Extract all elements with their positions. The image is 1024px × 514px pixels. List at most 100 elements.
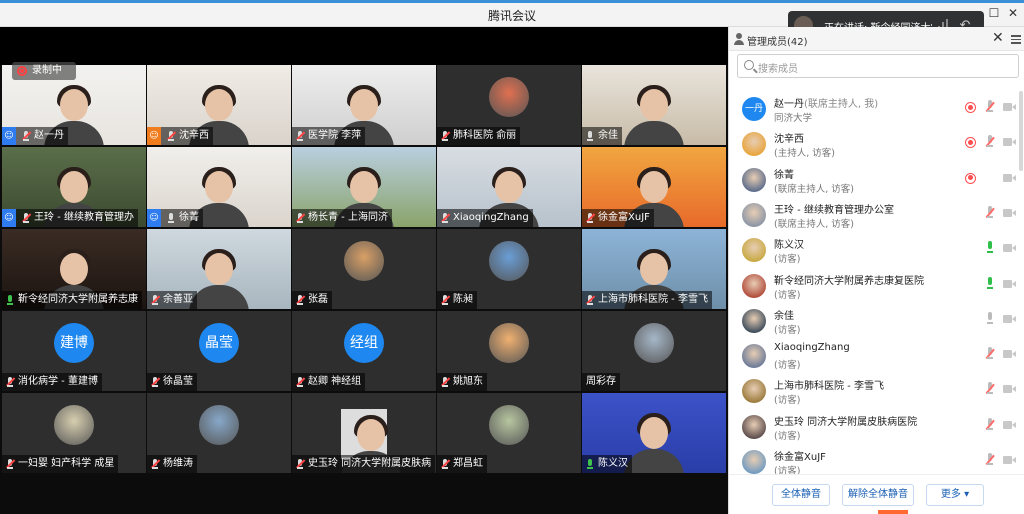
participant-video [624,79,684,145]
participant-name-label: 肺科医院 俞丽 [437,127,521,145]
participant-name: 王玲 - 继续教育管理办 [34,212,134,223]
camera-icon[interactable] [1003,243,1017,253]
participant-name: 赵卿 神经组 [308,376,362,387]
video-tile[interactable]: 张磊 [292,229,436,309]
participant-name-label: 徐晶莹 [147,373,197,391]
camera-icon[interactable] [1003,420,1017,430]
participant-name: 肺科医院 俞丽 [453,130,517,141]
mic-muted-icon[interactable] [985,347,995,361]
participant-name-label: 消化病学 - 董建博 [2,373,102,391]
member-role: (联席主持人, 访客) [774,183,854,195]
close-window-button[interactable]: ✕ [1005,5,1021,21]
mic-muted-icon [150,291,160,309]
member-name: 陈义汉 [774,240,804,252]
camera-icon[interactable] [1003,137,1017,147]
video-tile[interactable]: 徐金富XuJF [582,147,726,227]
recording-icon [965,102,976,113]
camera-icon[interactable] [1003,314,1017,324]
member-name: 沈辛西 [774,134,804,146]
participant-name-label: 医学院 李萍 [292,127,366,145]
member-row[interactable]: 王玲 - 继续教育管理办公室 (联席主持人, 访客) [729,198,1019,233]
member-row[interactable]: 陈义汉 (访客) [729,233,1019,268]
member-row[interactable]: 沈辛西 (主持人, 访客) [729,127,1019,162]
participant-name: 一妇婴 妇产科学 成星 [18,458,115,469]
host-icon: ☺ [2,209,16,227]
mic-icon[interactable] [985,241,995,255]
participant-name: 陈昶 [453,294,473,305]
member-name: 靳令经同济大学附属养志康复医院 [774,275,924,287]
video-tile[interactable]: 郑昌虹 [437,393,581,473]
member-panel-title: 管理成员(42) [747,37,808,48]
mic-muted-icon[interactable] [985,135,995,149]
camera-icon[interactable] [1003,173,1017,183]
maximize-button[interactable]: ☐ [986,5,1002,21]
camera-icon[interactable] [1003,455,1017,465]
mute-all-button[interactable]: 全体静音 [772,484,830,506]
mic-muted-icon [295,373,305,391]
mic-muted-icon[interactable] [985,417,995,432]
video-tile[interactable]: ☺ 王玲 - 继续教育管理办 [2,147,146,227]
video-tile[interactable]: 一妇婴 妇产科学 成星 [2,393,146,473]
member-row[interactable]: 徐菁 (联席主持人, 访客) [729,163,1019,198]
camera-icon[interactable] [1003,384,1017,394]
member-row[interactable]: XiaoqingZhang (访客) [729,339,1019,374]
member-row[interactable]: 余佳 (访客) [729,304,1019,339]
video-tile[interactable]: ☺ 徐菁 [147,147,291,227]
mic-muted-icon[interactable] [985,100,995,114]
participant-name: 医学院 李萍 [308,130,362,141]
more-button[interactable]: 更多 ▾ [926,484,984,506]
video-tile[interactable]: ☺ 沈辛西 [147,65,291,145]
mic-muted-icon[interactable] [985,382,995,396]
video-tile[interactable]: 医学院 李萍 [292,65,436,145]
video-tile[interactable]: 靳令经同济大学附属养志康 [2,229,146,309]
video-tile[interactable]: 余佳 [582,65,726,145]
video-tile[interactable]: 陈义汉 [582,393,726,473]
member-avatar [742,202,766,227]
video-tile[interactable]: 余善亚 [147,229,291,309]
mic-muted-icon [21,209,31,227]
video-tile[interactable]: 姚旭东 [437,311,581,391]
mic-icon[interactable] [985,311,995,326]
recording-icon [965,172,976,184]
video-tile[interactable]: 建博 消化病学 - 董建博 [2,311,146,391]
host-icon: ☺ [147,127,161,145]
participant-name: 沈辛西 [179,130,209,141]
mic-icon[interactable] [985,276,995,291]
video-tile[interactable]: 周彩存 [582,311,726,391]
video-tile[interactable]: 经组 赵卿 神经组 [292,311,436,391]
video-tile[interactable]: 陈昶 [437,229,581,309]
member-panel-header: 管理成员(42) ✕ [729,27,1024,51]
video-tile[interactable]: 杨维涛 [147,393,291,473]
camera-icon[interactable] [1003,208,1017,218]
camera-icon[interactable] [1003,102,1017,112]
member-role-inline: (联席主持人, 我) [804,99,879,110]
close-panel-button[interactable]: ✕ [992,30,1004,46]
unmute-all-button[interactable]: 解除全体静音 [842,484,914,506]
participant-avatar [489,323,529,363]
video-tile[interactable]: XiaoqingZhang [437,147,581,227]
video-tile[interactable]: 上海市肺科医院 - 李雪飞 [582,229,726,309]
panel-menu-icon[interactable] [1011,34,1021,44]
participant-name-label: 余佳 [582,127,622,145]
camera-icon[interactable] [1003,349,1017,359]
video-tile[interactable]: 杨长青 - 上海同济 [292,147,436,227]
camera-icon[interactable] [1003,279,1017,289]
participant-name: 姚旭东 [453,376,483,387]
member-list-scrollbar[interactable] [1019,91,1023,171]
mic-muted-icon[interactable] [985,453,995,467]
recording-indicator[interactable]: 录制中 [12,62,76,80]
video-tile[interactable]: 史玉玲 同济大学附属皮肤病 [292,393,436,473]
member-search-input[interactable]: 搜索成员 [737,54,1019,78]
mic-muted-icon [440,373,450,391]
mic-muted-icon[interactable] [985,205,995,220]
video-tile[interactable]: 晶莹 徐晶莹 [147,311,291,391]
member-role: (联席主持人, 访客) [774,218,854,230]
member-row[interactable]: 上海市肺科医院 - 李雪飞 (访客) [729,374,1019,409]
member-row[interactable]: 靳令经同济大学附属养志康复医院 (访客) [729,269,1019,304]
member-row[interactable]: 史玉玲 同济大学附属皮肤病医院 (访客) [729,410,1019,445]
member-role: (访客) [774,254,801,266]
member-name: 上海市肺科医院 - 李雪飞 [774,381,884,393]
member-row[interactable]: 一丹 赵一丹(联席主持人, 我) 同济大学 [729,92,1019,127]
participant-name: 史玉玲 同济大学附属皮肤病 [308,458,432,469]
video-tile[interactable]: 肺科医院 俞丽 [437,65,581,145]
